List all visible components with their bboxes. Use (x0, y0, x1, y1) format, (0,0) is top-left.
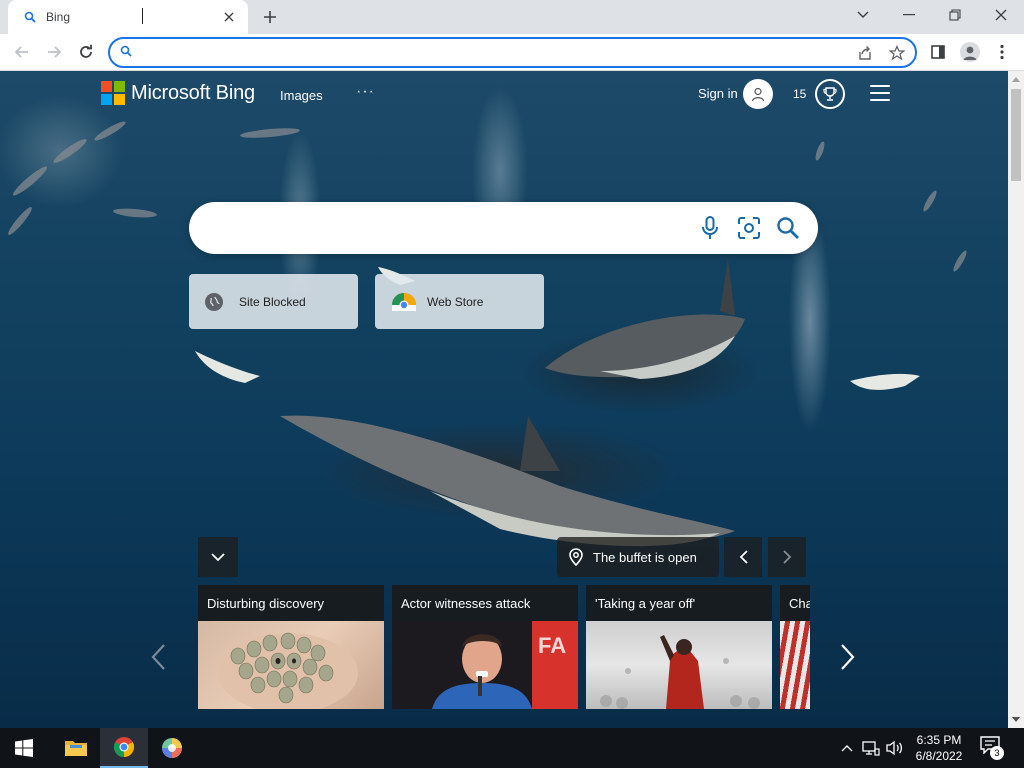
text-caret (142, 8, 143, 24)
nav-images-link[interactable]: Images (280, 88, 323, 103)
chevron-right-icon (782, 550, 791, 564)
windows-taskbar: 6:35 PM 6/8/2022 3 (0, 728, 1024, 768)
chevron-left-icon (151, 644, 165, 670)
quick-link-label: Site Blocked (239, 294, 306, 309)
news-card-image (586, 621, 772, 709)
quick-link-site-blocked[interactable]: Site Blocked (189, 274, 358, 329)
action-center-button[interactable]: 3 (980, 736, 1006, 760)
color-wheel-icon (162, 738, 182, 758)
chevron-right-icon (841, 644, 855, 670)
quick-link-label: Web Store (427, 294, 484, 309)
search-icon (120, 45, 132, 60)
sign-in-link[interactable]: Sign in (698, 86, 738, 101)
bookmark-star-icon[interactable] (883, 40, 911, 66)
notification-count-badge: 3 (990, 746, 1004, 760)
clock-time: 6:35 PM (916, 733, 962, 747)
windows-logo-icon (15, 739, 33, 757)
news-card-image (780, 621, 810, 709)
browser-toolbar (0, 34, 1024, 71)
paint-app-button[interactable] (148, 728, 196, 768)
scroll-down-icon[interactable] (1012, 715, 1020, 723)
news-card-image: FA (392, 621, 578, 709)
svg-text:FA: FA (538, 633, 566, 658)
news-card[interactable]: Actor witnesses attack FA (392, 585, 578, 709)
user-avatar-icon[interactable] (743, 79, 773, 109)
image-info-button[interactable]: The buffet is open (557, 537, 719, 577)
chrome-taskbar-button[interactable] (100, 728, 148, 768)
bing-homepage: Microsoft Bing Images ··· Sign in 15 Sit… (0, 71, 1008, 728)
reload-button[interactable] (72, 38, 100, 66)
profile-avatar-icon (960, 42, 980, 62)
volume-icon[interactable] (886, 739, 904, 757)
news-card-title: Cha (780, 585, 810, 621)
tab-bing[interactable]: Bing (8, 0, 248, 34)
chrome-icon (113, 737, 135, 758)
quick-link-web-store[interactable]: Web Store (375, 274, 544, 329)
minimize-button[interactable] (886, 0, 932, 30)
previous-image-button[interactable] (724, 537, 762, 577)
network-icon[interactable] (862, 739, 880, 757)
chevron-left-icon (739, 550, 748, 564)
address-input[interactable] (132, 41, 851, 64)
scroll-up-icon[interactable] (1012, 75, 1020, 83)
back-button[interactable] (8, 38, 36, 66)
profile-button[interactable] (956, 38, 984, 66)
close-tab-icon[interactable] (220, 8, 238, 26)
clock-date: 6/8/2022 (915, 749, 963, 763)
restore-button[interactable] (932, 0, 978, 30)
news-card[interactable]: Cha (780, 585, 810, 709)
microsoft-logo-icon (101, 81, 125, 105)
globe-icon (205, 292, 223, 311)
visual-search-icon[interactable] (736, 215, 762, 241)
browser-menu-kebab-icon[interactable] (988, 38, 1016, 66)
more-options-icon[interactable]: ··· (356, 83, 375, 101)
location-pin-icon (569, 548, 583, 566)
carousel-prev-button[interactable] (148, 641, 168, 673)
search-submit-icon[interactable] (775, 215, 801, 241)
rewards-count: 15 (793, 87, 807, 101)
search-input[interactable] (213, 215, 693, 241)
rewards-trophy-icon[interactable] (815, 79, 845, 109)
new-tab-button[interactable] (258, 6, 282, 28)
file-explorer-button[interactable] (52, 728, 100, 768)
tab-search-chevron-icon[interactable] (840, 0, 886, 30)
carousel-next-button[interactable] (838, 641, 858, 673)
microphone-icon[interactable] (697, 215, 723, 241)
news-card[interactable]: Disturbing discovery (198, 585, 384, 709)
menu-hamburger-icon[interactable] (870, 85, 890, 101)
chrome-icon (391, 289, 417, 315)
collapse-feed-button[interactable] (198, 537, 238, 577)
bing-logo[interactable]: Microsoft Bing (101, 81, 255, 105)
brand-name: Microsoft Bing (131, 81, 255, 104)
show-hidden-icons-chevron-icon[interactable] (838, 739, 856, 757)
address-bar[interactable] (108, 37, 917, 68)
side-panel-icon[interactable] (924, 38, 952, 66)
chevron-down-icon (211, 552, 225, 561)
tab-strip: Bing (0, 0, 1024, 34)
bing-search-box[interactable] (189, 202, 818, 254)
scrollbar-thumb[interactable] (1011, 89, 1021, 181)
tab-title: Bing (46, 10, 71, 24)
news-card-title: Actor witnesses attack (392, 585, 578, 621)
folder-icon (65, 741, 87, 756)
share-icon[interactable] (851, 40, 879, 66)
next-image-button[interactable] (768, 537, 806, 577)
news-card-title: 'Taking a year off' (586, 585, 772, 621)
page-scrollbar[interactable] (1008, 71, 1024, 728)
forward-button[interactable] (40, 38, 68, 66)
close-window-button[interactable] (978, 0, 1024, 30)
search-icon (22, 9, 38, 25)
system-clock[interactable]: 6:35 PM 6/8/2022 (906, 732, 972, 764)
image-caption: The buffet is open (593, 549, 697, 565)
news-card-title: Disturbing discovery (198, 585, 384, 621)
news-card[interactable]: 'Taking a year off' (586, 585, 772, 709)
start-button[interactable] (0, 728, 48, 768)
news-card-image (198, 621, 384, 709)
